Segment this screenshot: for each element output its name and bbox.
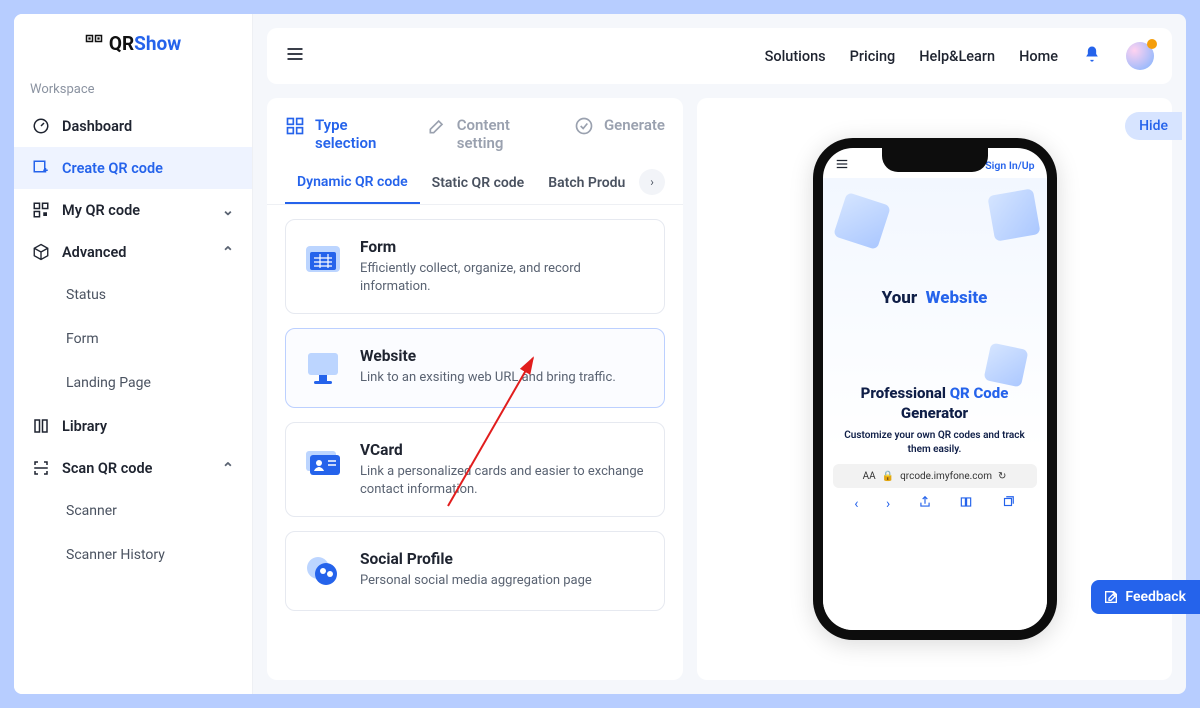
tabs-scroll-right[interactable]: › [639,169,665,195]
chevron-down-icon: ⌄ [222,202,234,219]
sidebar-sub-form[interactable]: Form [14,317,252,361]
sidebar-item-advanced[interactable]: Advanced ⌃ [14,231,252,273]
type-card-list[interactable]: Form Efficiently collect, organize, and … [267,205,683,680]
card-title: VCard [360,441,648,459]
sidebar-item-myqr[interactable]: My QR code ⌄ [14,189,252,231]
step-generate[interactable]: Generate [574,116,665,152]
create-icon [32,159,50,177]
type-card-form[interactable]: Form Efficiently collect, organize, and … [285,219,665,314]
edit-square-icon [1103,589,1119,605]
hide-preview-button[interactable]: Hide [1125,112,1182,140]
sidebar-item-label: Create QR code [62,160,163,177]
check-circle-icon [574,116,594,136]
wizard-steps: Type selection Content setting Generate [267,98,683,160]
notifications-button[interactable] [1082,44,1102,68]
chevron-up-icon: ⌃ [222,244,234,261]
nav-solutions[interactable]: Solutions [765,48,826,65]
sidebar-sub-landing[interactable]: Landing Page [14,361,252,405]
step-type-selection[interactable]: Type selection [285,116,403,152]
share-icon[interactable] [918,495,932,513]
bell-icon [1082,44,1102,64]
library-icon [32,417,50,435]
feedback-button[interactable]: Feedback [1091,580,1200,614]
sidebar-item-label: Dashboard [62,118,132,135]
tab-static[interactable]: Static QR code [420,161,537,203]
sidebar-item-label: Scan QR code [62,460,152,477]
step-content-setting[interactable]: Content setting [427,116,550,152]
card-title: Form [360,238,648,256]
chevron-right-icon: › [650,175,654,189]
workspace-heading: Workspace [14,72,252,105]
text-size-icon: AA [863,471,876,482]
sidebar-sub-scanner-history[interactable]: Scanner History [14,533,252,577]
phone-content: Your Website Professional QR Code Genera… [823,178,1047,630]
step-label: Type selection [315,116,403,152]
sidebar-item-label: Advanced [62,244,126,261]
chevron-up-icon: ⌃ [222,460,234,477]
menu-toggle-button[interactable] [285,44,305,68]
scan-icon [32,459,50,477]
form-icon [302,238,344,280]
card-desc: Link to an exsiting web URL and bring tr… [360,369,616,387]
phone-menu-button[interactable] [835,157,849,174]
sidebar-item-scan[interactable]: Scan QR code ⌃ [14,447,252,489]
sidebar-item-label: Library [62,418,107,435]
sidebar-item-label: My QR code [62,202,140,219]
phone-headline: Professional QR Code Generator [833,384,1037,423]
grid-icon [285,116,305,136]
phone-hero-title: Your Website [833,288,1037,308]
edit-icon [427,116,447,136]
decorative-cube [983,342,1028,387]
back-icon[interactable]: ‹ [854,496,858,512]
type-card-vcard[interactable]: VCard Link a personalized cards and easi… [285,422,665,517]
sidebar-item-library[interactable]: Library [14,405,252,447]
user-avatar[interactable] [1126,42,1154,70]
phone-address-bar[interactable]: AA 🔒 qrcode.imyfone.com ↻ [833,464,1037,488]
step-label: Content setting [457,116,550,152]
phone-subtext: Customize your own QR codes and track th… [833,429,1037,456]
qr-logo-icon [85,34,103,52]
social-icon [302,550,344,592]
nav-home[interactable]: Home [1019,48,1058,65]
step-label: Generate [604,116,665,134]
book-icon[interactable] [959,495,973,513]
tab-batch[interactable]: Batch Produ [536,161,637,203]
card-desc: Link a personalized cards and easier to … [360,463,648,498]
sidebar-item-create[interactable]: Create QR code [14,147,252,189]
hamburger-icon [285,44,305,64]
qr-icon [32,201,50,219]
dashboard-icon [32,117,50,135]
sidebar: QRShow Workspace Dashboard Create QR cod… [14,14,253,694]
nav-help[interactable]: Help&Learn [919,48,995,65]
reload-icon: ↻ [998,471,1006,482]
logo[interactable]: QRShow [14,14,252,72]
tab-dynamic[interactable]: Dynamic QR code [285,160,420,204]
nav-pricing[interactable]: Pricing [850,48,896,65]
decorative-cube [833,192,891,250]
phone-signin-link[interactable]: Sign In/Up [985,159,1034,172]
cube-icon [32,243,50,261]
card-title: Social Profile [360,550,592,568]
tabs-icon[interactable] [1001,495,1015,513]
decorative-cube [987,188,1040,241]
card-title: Website [360,347,616,365]
create-panel: Type selection Content setting Generate … [267,98,683,680]
card-desc: Efficiently collect, organize, and recor… [360,260,648,295]
phone-url: qrcode.imyfone.com [900,471,992,482]
phone-browser-nav: ‹ › [833,488,1037,520]
qr-type-tabs: Dynamic QR code Static QR code Batch Pro… [267,160,683,205]
card-desc: Personal social media aggregation page [360,572,592,590]
hamburger-icon [835,157,849,171]
phone-mockup: Sign In/Up Your Website Profess [813,138,1057,640]
sidebar-item-dashboard[interactable]: Dashboard [14,105,252,147]
sidebar-sub-scanner[interactable]: Scanner [14,489,252,533]
sidebar-sub-status[interactable]: Status [14,273,252,317]
type-card-social[interactable]: Social Profile Personal social media agg… [285,531,665,611]
type-card-website[interactable]: Website Link to an exsiting web URL and … [285,328,665,408]
topbar: Solutions Pricing Help&Learn Home [267,28,1172,84]
website-icon [302,347,344,389]
vcard-icon [302,441,344,483]
forward-icon[interactable]: › [886,496,890,512]
lock-icon: 🔒 [882,471,894,482]
